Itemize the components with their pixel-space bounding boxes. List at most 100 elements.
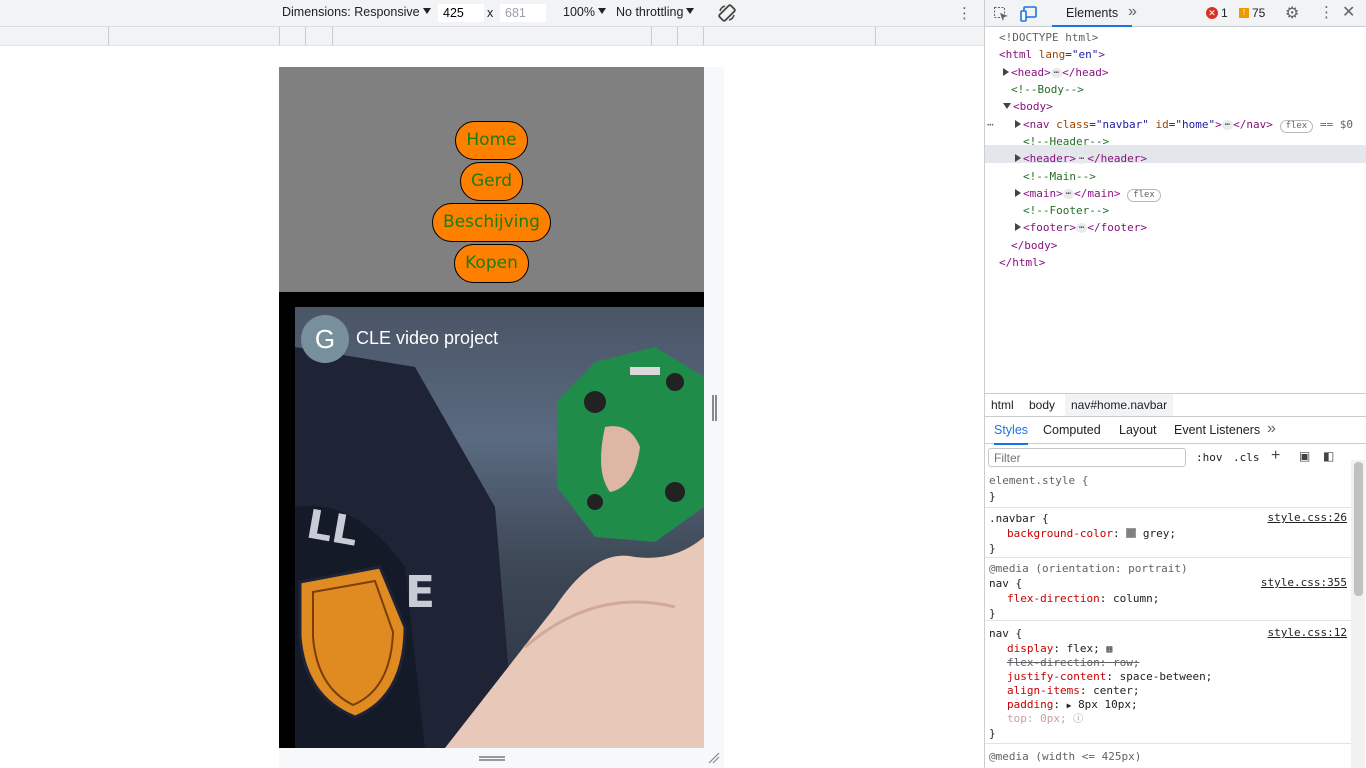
ruler-segment[interactable]	[651, 27, 652, 45]
styles-scrollbar[interactable]	[1351, 460, 1365, 768]
nav-link-home[interactable]: Home	[455, 121, 528, 160]
width-input[interactable]	[438, 4, 484, 22]
tab-event-listeners[interactable]: Event Listeners	[1174, 423, 1260, 437]
expand-triangle-icon	[1015, 120, 1021, 128]
zoom-label: 100%	[563, 5, 595, 19]
filter-input[interactable]	[988, 448, 1186, 467]
resize-corner-icon[interactable]	[708, 752, 720, 764]
dom-header-node[interactable]: <header> ⋯ </header>	[1015, 150, 1147, 167]
ruler-segment[interactable]	[875, 27, 876, 45]
selected-marker: == $0	[1319, 118, 1353, 131]
rule-source-link[interactable]: style.css:355	[1261, 576, 1347, 589]
tab-elements[interactable]: Elements	[1052, 0, 1133, 27]
rule-media-width[interactable]: @media (width <= 425px)	[985, 745, 1351, 768]
inspect-element-icon[interactable]	[993, 6, 1009, 22]
node-actions-icon[interactable]: ⋯	[987, 116, 994, 133]
collapse-triangle-icon	[1003, 103, 1011, 109]
dimensions-label: Dimensions: Responsive	[282, 5, 420, 19]
chevron-down-icon	[422, 8, 431, 14]
hover-state-toggle[interactable]: :hov	[1196, 451, 1223, 464]
rule-element-style[interactable]: element.style { }	[985, 471, 1351, 508]
settings-gear-icon[interactable]: ⚙	[1285, 3, 1299, 23]
throttling-dropdown[interactable]: No throttling	[616, 5, 695, 19]
device-toolbar-icon[interactable]	[1020, 6, 1038, 22]
dom-nav-node[interactable]: <nav class="navbar" id="home"> ⋯ </nav> fl…	[1015, 116, 1353, 133]
height-input[interactable]	[500, 4, 546, 22]
paint-brush-icon[interactable]: ▣	[1299, 449, 1310, 463]
flex-badge: flex	[1279, 120, 1314, 133]
dimensions-dropdown[interactable]: Dimensions: Responsive	[282, 5, 431, 19]
ruler-segment[interactable]	[677, 27, 678, 45]
rule-declaration: padding: ▶ 8px 10px;	[1007, 698, 1138, 711]
rotate-icon[interactable]	[717, 3, 737, 23]
new-rule-icon[interactable]: +	[1271, 447, 1280, 465]
dom-body-node[interactable]: <body>	[1003, 98, 1053, 115]
class-toggle[interactable]: .cls	[1233, 451, 1260, 464]
ruler-segment[interactable]	[305, 27, 306, 45]
more-tabs-icon[interactable]: »	[1128, 3, 1137, 21]
rule-media-portrait[interactable]: @media (orientation: portrait) nav { sty…	[985, 559, 1351, 621]
breadcrumb-nav[interactable]: nav#home.navbar	[1065, 394, 1174, 416]
rule-source-link[interactable]: style.css:12	[1268, 626, 1347, 639]
rule-source-link[interactable]: style.css:26	[1268, 511, 1347, 524]
dom-body-close[interactable]: </body>	[1011, 237, 1057, 254]
more-options-icon[interactable]: ⋮	[957, 4, 972, 22]
nav-link-beschijving[interactable]: Beschijving	[432, 203, 551, 242]
dimension-separator: x	[487, 6, 494, 20]
styles-filter-row: :hov .cls + ▣ ◧	[985, 445, 1351, 471]
dom-footer-node[interactable]: <footer> ⋯ </footer>	[1015, 219, 1147, 236]
dom-doctype[interactable]: <!DOCTYPE html>	[999, 29, 1098, 46]
more-tabs-icon[interactable]: »	[1267, 420, 1276, 438]
ruler-segment[interactable]	[279, 27, 280, 45]
device-toolbar: Dimensions: Responsive x 100% No throttl…	[0, 0, 984, 27]
expand-triangle-icon	[1015, 154, 1021, 162]
breadcrumb-body[interactable]: body	[1029, 398, 1055, 412]
scrollbar-thumb[interactable]	[1354, 462, 1363, 596]
rule-selector: .navbar {	[989, 512, 1049, 525]
color-swatch	[1126, 528, 1137, 538]
expand-triangle-icon	[1015, 223, 1021, 231]
expand-triangle-icon: ▶	[1066, 701, 1072, 710]
rule-declaration: flex-direction: column;	[1007, 592, 1160, 605]
zoom-dropdown[interactable]: 100%	[563, 5, 606, 19]
video-player[interactable]: LL E G CLE video project	[295, 307, 704, 748]
dom-main-comment[interactable]: <!--Main-->	[1023, 168, 1096, 185]
rule-nav[interactable]: nav { style.css:12 display: flex; ▦ flex…	[985, 622, 1351, 744]
error-icon[interactable]: ✕	[1206, 7, 1218, 19]
channel-avatar[interactable]: G	[301, 315, 349, 363]
rule-declaration-inactive: top: 0px; ⓘ	[1007, 712, 1084, 725]
resize-handle-bottom[interactable]	[479, 756, 505, 761]
dom-main-node[interactable]: <main> ⋯ </main> flex	[1015, 185, 1161, 202]
nav-link-gerd[interactable]: Gerd	[459, 162, 524, 201]
ruler-segment[interactable]	[703, 27, 704, 45]
error-count[interactable]: 1	[1221, 6, 1228, 20]
warning-count[interactable]: 75	[1252, 6, 1265, 20]
rule-close: }	[989, 542, 996, 555]
rule-navbar[interactable]: .navbar { style.css:26 background-color:…	[985, 509, 1351, 558]
tab-styles[interactable]: Styles	[994, 423, 1029, 445]
ruler-segment[interactable]	[332, 27, 333, 45]
dom-html-node[interactable]: <html lang="en">	[999, 46, 1105, 63]
dom-footer-comment[interactable]: <!--Footer-->	[1023, 202, 1109, 219]
dom-html-close[interactable]: </html>	[999, 254, 1045, 271]
dom-header-comment[interactable]: <!--Header-->	[1023, 133, 1109, 150]
media-query: @media (width <= 425px)	[989, 750, 1142, 763]
nav-link-kopen[interactable]: Kopen	[454, 244, 529, 283]
close-icon[interactable]: ✕	[1342, 2, 1355, 22]
dom-head-node[interactable]: <head> ⋯ </head>	[1003, 64, 1109, 81]
dom-body-comment[interactable]: <!--Body-->	[1011, 81, 1084, 98]
styles-tabbar: Styles Computed Layout Event Listeners »	[985, 418, 1366, 445]
warning-icon[interactable]: !	[1239, 8, 1249, 18]
resize-handle-right[interactable]	[712, 395, 717, 421]
svg-text:LL: LL	[303, 502, 361, 556]
ruler-segment[interactable]	[108, 27, 109, 45]
tab-layout[interactable]: Layout	[1119, 423, 1157, 437]
rule-declaration: background-color: grey;	[1007, 527, 1176, 540]
more-options-icon[interactable]: ⋮	[1319, 3, 1334, 21]
svg-text:E: E	[405, 567, 435, 618]
device-viewport: Home Gerd Beschijving Kopen LL E G CLE v…	[279, 67, 704, 748]
breadcrumb-html[interactable]: html	[991, 398, 1014, 412]
sidebar-toggle-icon[interactable]: ◧	[1323, 449, 1334, 463]
video-title[interactable]: CLE video project	[356, 328, 498, 349]
tab-computed[interactable]: Computed	[1043, 423, 1101, 437]
